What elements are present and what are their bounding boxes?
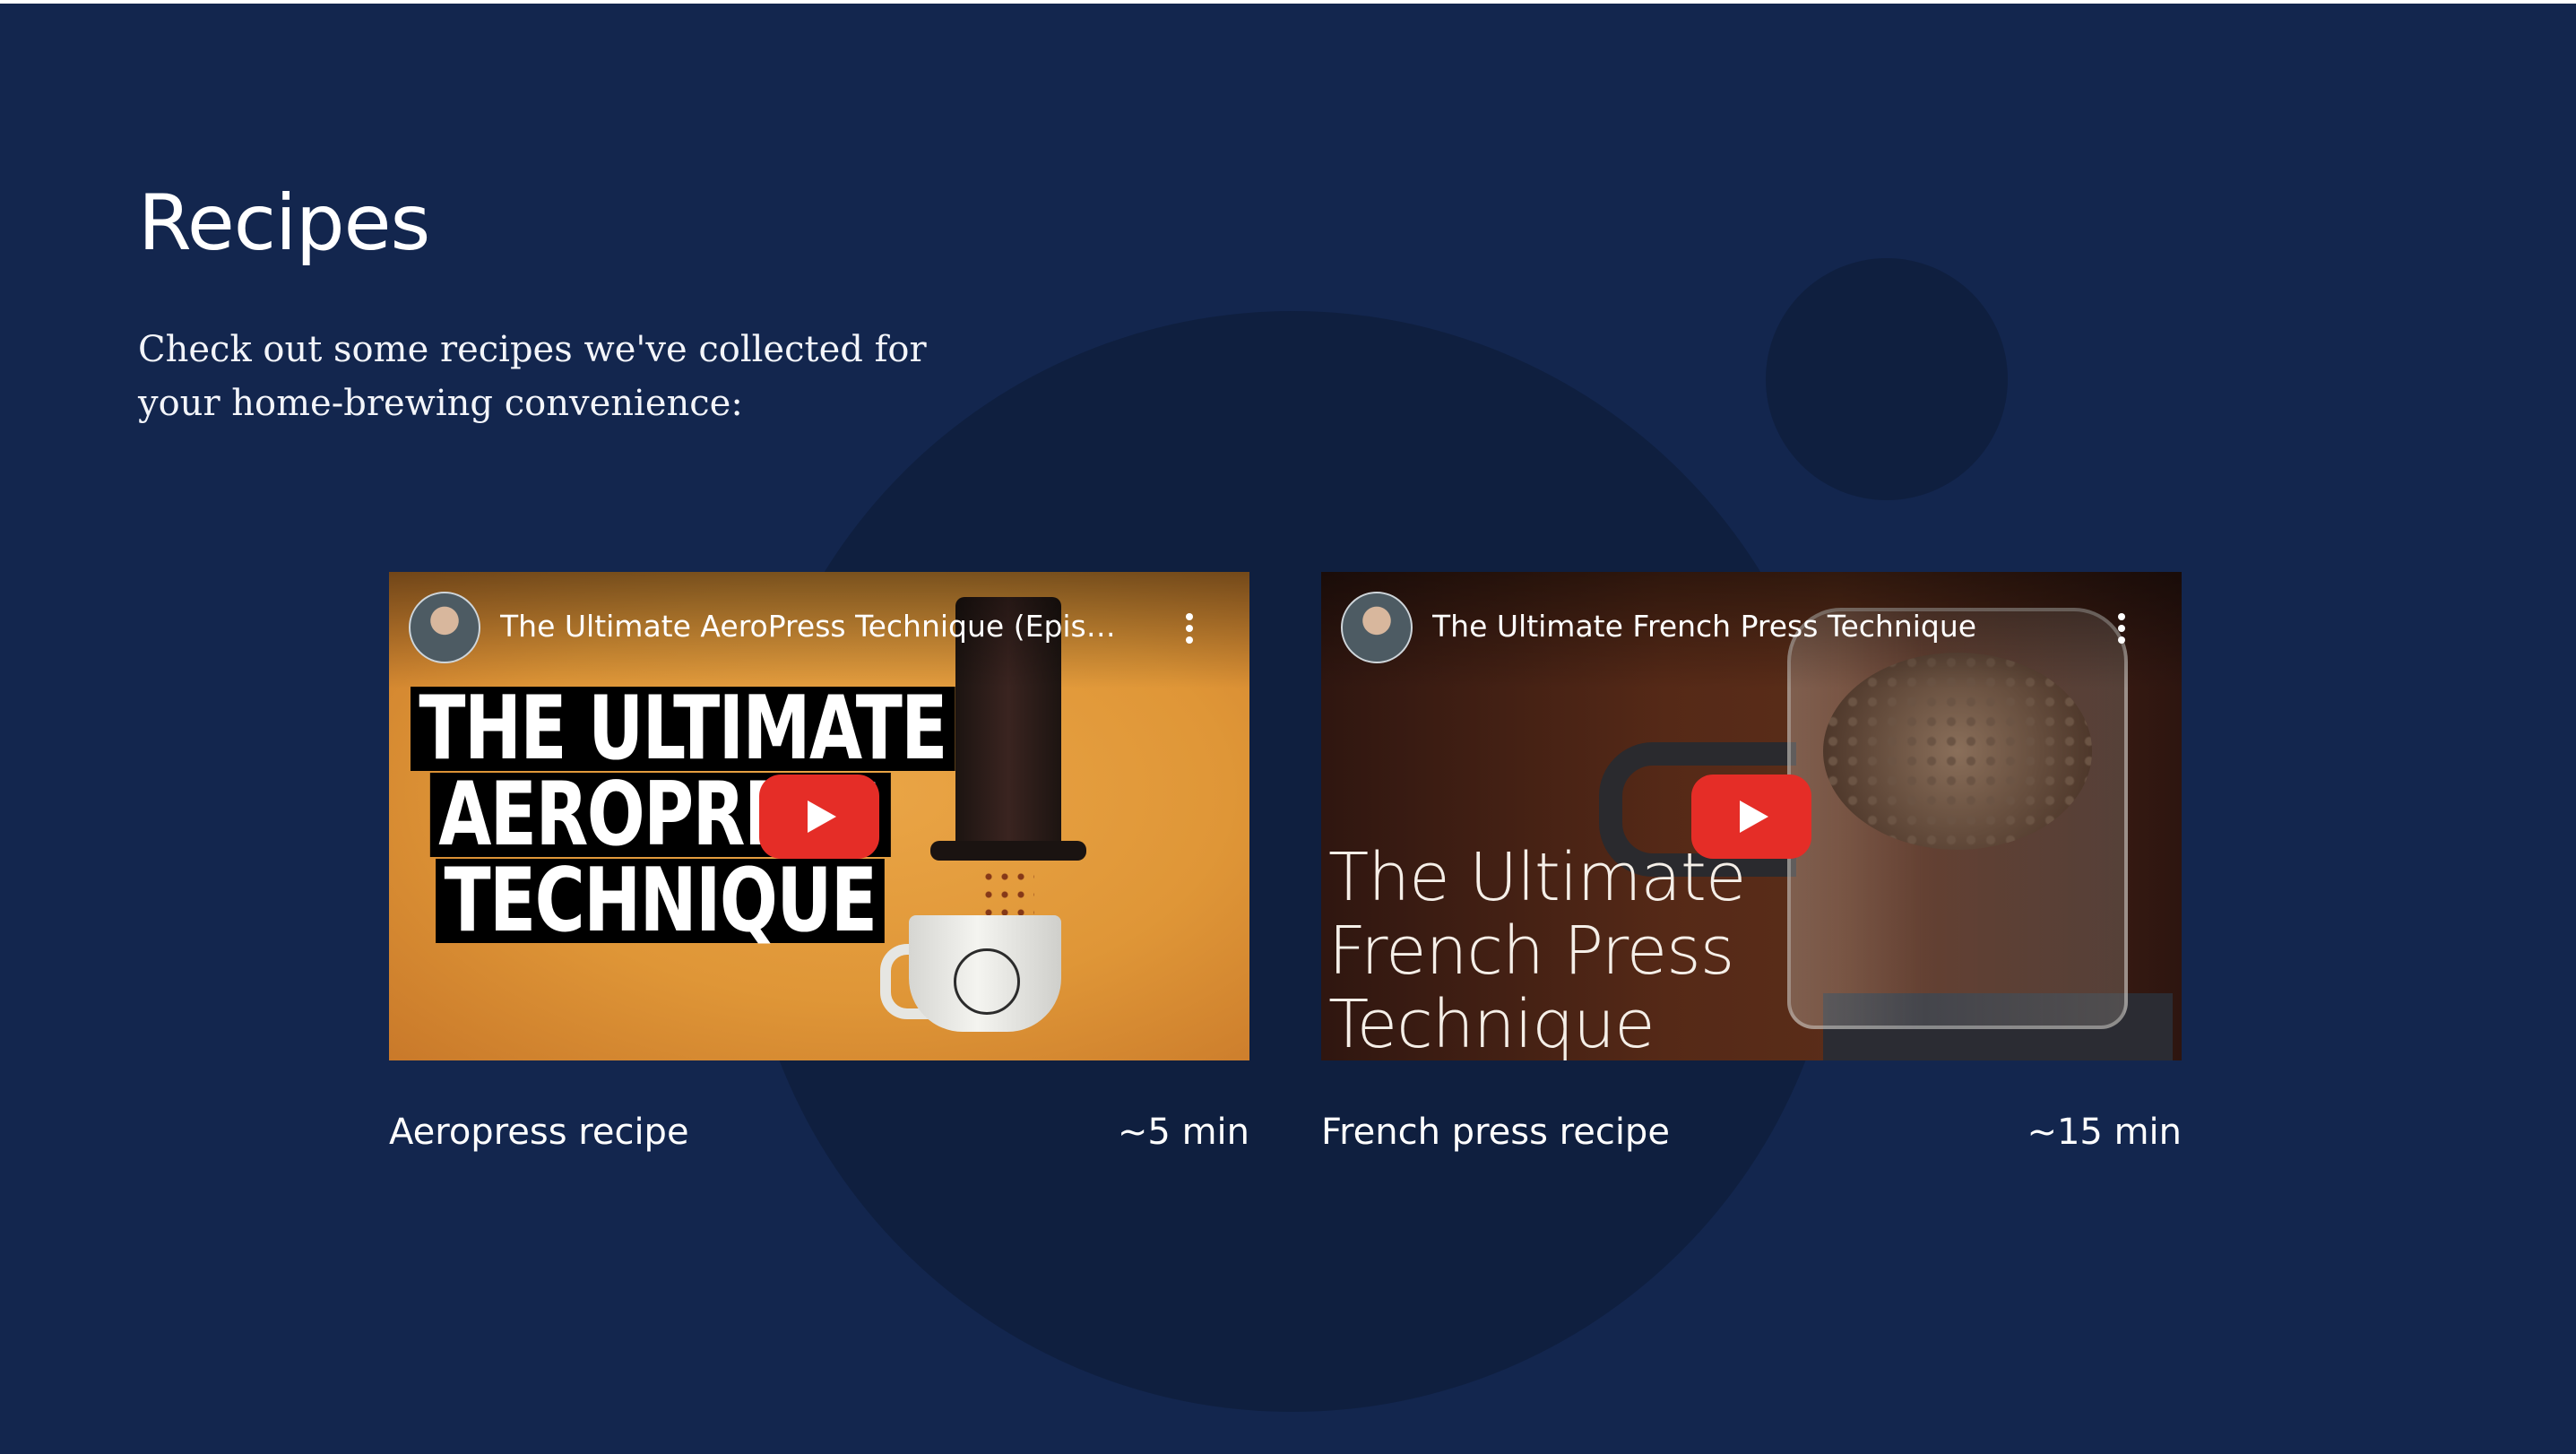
background-circle-small <box>1766 258 2008 500</box>
thumbnail-headline: The Ultimate French Press Technique <box>1328 839 1746 1060</box>
thumbnail-line: TECHNIQUE <box>436 857 885 945</box>
recipe-meta: Aeropress recipe ~5 min <box>389 1105 1249 1159</box>
thumbnail-line: THE ULTIMATE <box>411 685 955 773</box>
thumbnail-line: French Press <box>1328 913 1734 990</box>
recipe-duration: ~5 min <box>1117 1112 1249 1153</box>
play-icon[interactable] <box>1691 775 1811 859</box>
recipe-name: Aeropress recipe <box>389 1112 689 1153</box>
page-title: Recipes <box>138 178 430 268</box>
cup-logo <box>954 948 1020 1015</box>
play-icon[interactable] <box>759 775 879 859</box>
video-title[interactable]: The Ultimate French Press Technique <box>1432 606 2051 647</box>
more-vert-icon[interactable] <box>2117 613 2126 644</box>
recipe-name: French press recipe <box>1321 1112 1670 1153</box>
channel-avatar[interactable] <box>409 592 480 663</box>
video-title[interactable]: The Ultimate AeroPress Technique (Episod… <box>500 606 1119 647</box>
thumbnail-line: Technique <box>1328 986 1655 1060</box>
channel-avatar[interactable] <box>1341 592 1413 663</box>
more-vert-icon[interactable] <box>1185 613 1194 644</box>
recipe-duration: ~15 min <box>2027 1112 2182 1153</box>
recipe-card-aeropress: THE ULTIMATE AEROPRESS TECHNIQUE The Ult… <box>389 572 1249 1159</box>
thumbnail-line: The Ultimate <box>1328 839 1746 916</box>
video-embed-french-press[interactable]: The Ultimate French Press Technique The … <box>1321 572 2182 1060</box>
recipe-card-french-press: The Ultimate French Press Technique The … <box>1321 572 2182 1159</box>
recipe-meta: French press recipe ~15 min <box>1321 1105 2182 1159</box>
video-embed-aeropress[interactable]: THE ULTIMATE AEROPRESS TECHNIQUE The Ult… <box>389 572 1249 1060</box>
recipes-section: Recipes Check out some recipes we've col… <box>0 4 2576 1454</box>
intro-text: Check out some recipes we've collected f… <box>138 329 927 424</box>
